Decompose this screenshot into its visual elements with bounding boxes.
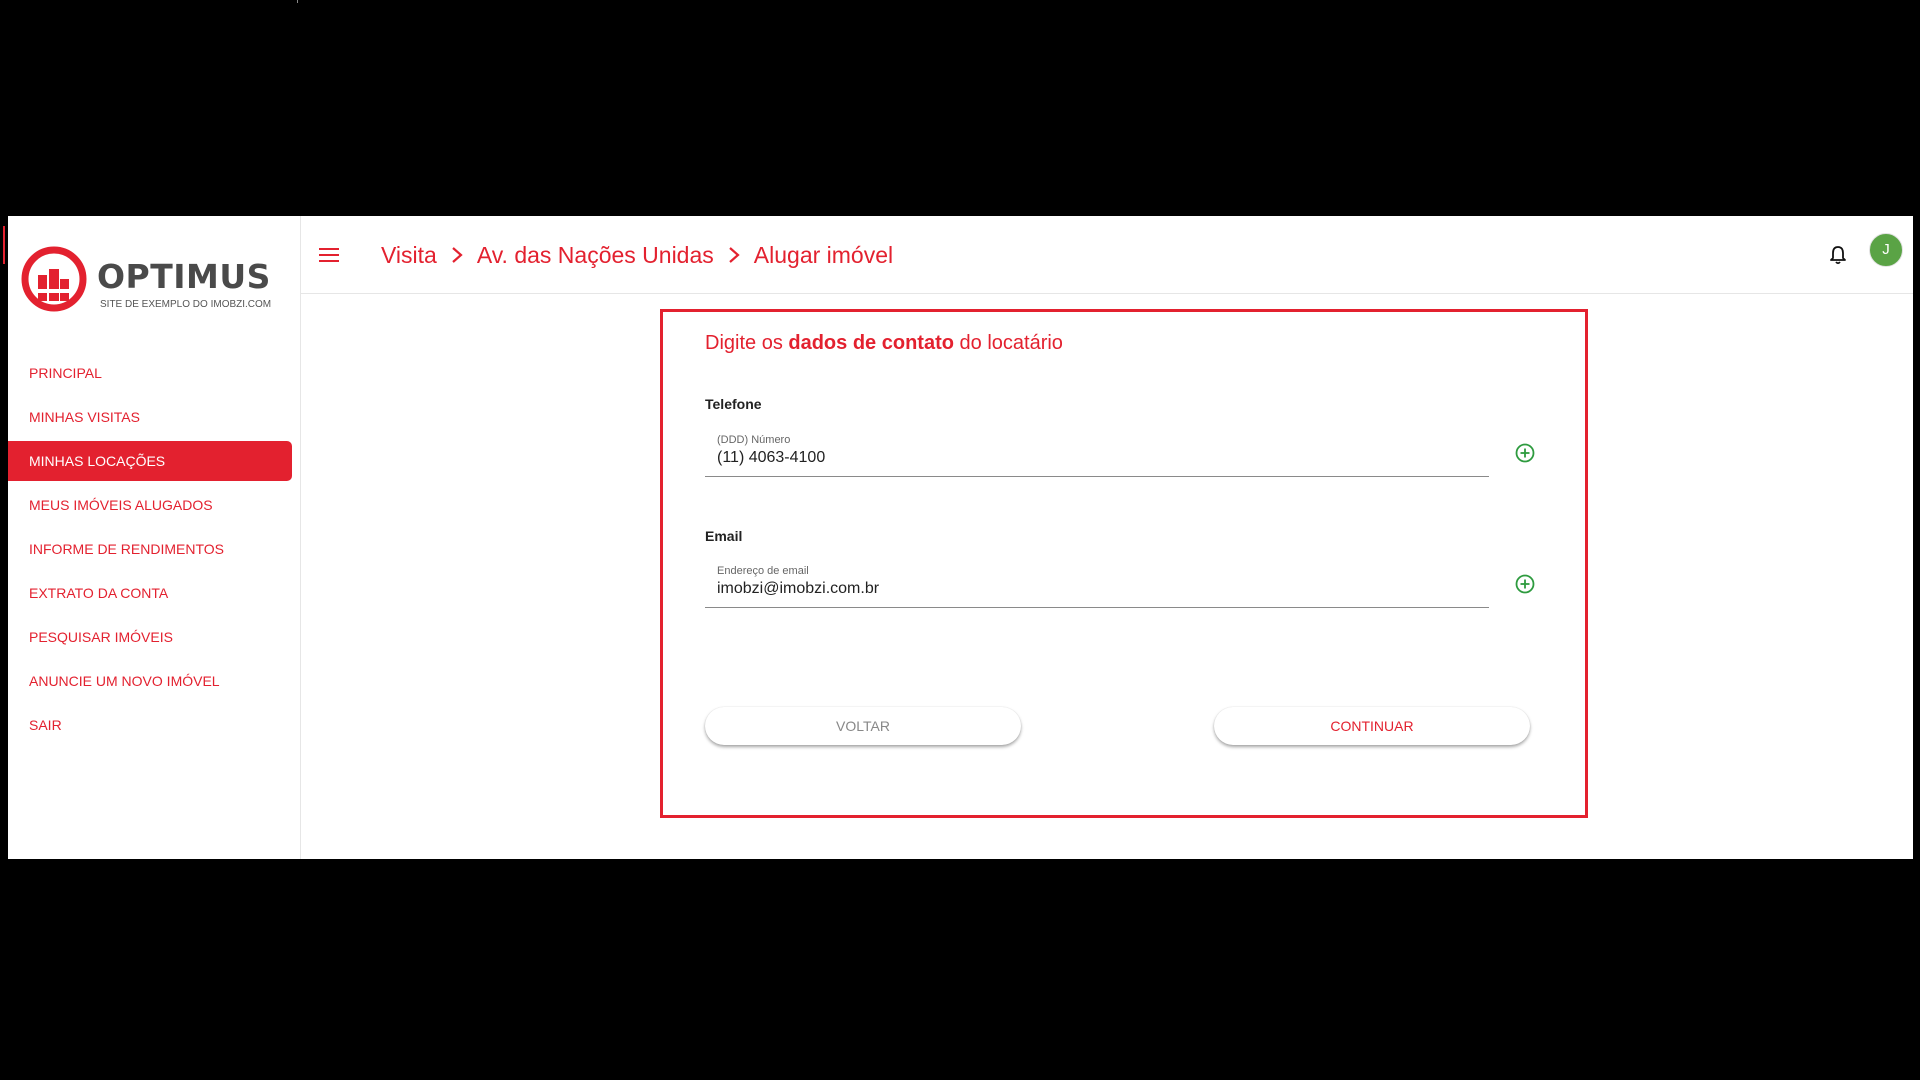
add-circle-icon: [1515, 574, 1535, 594]
sidebar-item-informe-de-rendimentos[interactable]: INFORME DE RENDIMENTOS: [8, 529, 292, 569]
add-phone-button[interactable]: [1514, 442, 1536, 464]
user-avatar[interactable]: J: [1869, 233, 1903, 267]
sidebar-item-minhas-locacoes[interactable]: MINHAS LOCAÇÕES: [8, 441, 292, 481]
email-field[interactable]: Endereço de email imobzi@imobzi.com.br: [705, 559, 1489, 608]
contact-form-card: Digite os dados de contato do locatário …: [660, 309, 1588, 818]
brand-logo[interactable]: OPTIMUS SITE DE EXEMPLO DO IMOBZI.COM: [20, 245, 280, 315]
continue-button[interactable]: CONTINUAR: [1214, 707, 1530, 745]
optimus-logo-icon: [21, 246, 87, 312]
sidebar-item-minhas-visitas[interactable]: MINHAS VISITAS: [8, 397, 292, 437]
chevron-right-icon: [437, 243, 477, 267]
email-input[interactable]: imobzi@imobzi.com.br: [717, 580, 879, 598]
phone-field[interactable]: (DDD) Número (11) 4063-4100: [705, 428, 1489, 477]
window-edge-marker: [3, 226, 5, 264]
email-field-label: Endereço de email: [717, 565, 809, 577]
form-heading: Digite os dados de contato do locatário: [705, 332, 1063, 355]
app-window: OPTIMUS SITE DE EXEMPLO DO IMOBZI.COM PR…: [8, 216, 1913, 859]
back-button[interactable]: VOLTAR: [705, 707, 1021, 745]
sidebar-item-principal[interactable]: PRINCIPAL: [8, 353, 292, 393]
breadcrumb-item-endereco[interactable]: Av. das Nações Unidas: [477, 242, 714, 269]
phone-input[interactable]: (11) 4063-4100: [717, 449, 825, 467]
heading-suffix: do locatário: [959, 332, 1063, 354]
email-section-label: Email: [705, 528, 743, 544]
breadcrumb-item-alugar-imovel: Alugar imóvel: [753, 241, 894, 268]
bell-icon[interactable]: [1823, 240, 1853, 270]
phone-section-label: Telefone: [705, 396, 762, 412]
sidebar-item-sair[interactable]: SAIR: [8, 705, 292, 745]
breadcrumb: Visita Av. das Nações Unidas Alugar imóv…: [381, 235, 893, 275]
sidebar-item-pesquisar-imoveis[interactable]: PESQUISAR IMÓVEIS: [8, 617, 292, 657]
main-content: Visita Av. das Nações Unidas Alugar imóv…: [301, 216, 1913, 859]
sidebar-item-meus-imoveis-alugados[interactable]: MEUS IMÓVEIS ALUGADOS: [8, 485, 292, 525]
sidebar-item-anuncie-um-novo-imovel[interactable]: ANUNCIE UM NOVO IMÓVEL: [8, 661, 292, 701]
chevron-right-icon: [714, 243, 754, 267]
breadcrumb-item-visita[interactable]: Visita: [381, 242, 437, 269]
hamburger-menu-icon[interactable]: [315, 241, 343, 269]
brand-tagline: SITE DE EXEMPLO DO IMOBZI.COM: [100, 299, 272, 310]
sidebar-nav: PRINCIPAL MINHAS VISITAS MINHAS LOCAÇÕES…: [8, 353, 300, 749]
heading-prefix: Digite os: [705, 332, 783, 354]
add-circle-icon: [1515, 443, 1535, 463]
brand-name: OPTIMUS: [97, 257, 271, 296]
top-speck: [297, 0, 298, 3]
add-email-button[interactable]: [1514, 573, 1536, 595]
sidebar: OPTIMUS SITE DE EXEMPLO DO IMOBZI.COM PR…: [8, 216, 301, 859]
top-bar: Visita Av. das Nações Unidas Alugar imóv…: [301, 216, 1913, 294]
phone-field-label: (DDD) Número: [717, 434, 791, 446]
sidebar-item-extrato-da-conta[interactable]: EXTRATO DA CONTA: [8, 573, 292, 613]
heading-bold: dados de contato: [788, 332, 954, 354]
